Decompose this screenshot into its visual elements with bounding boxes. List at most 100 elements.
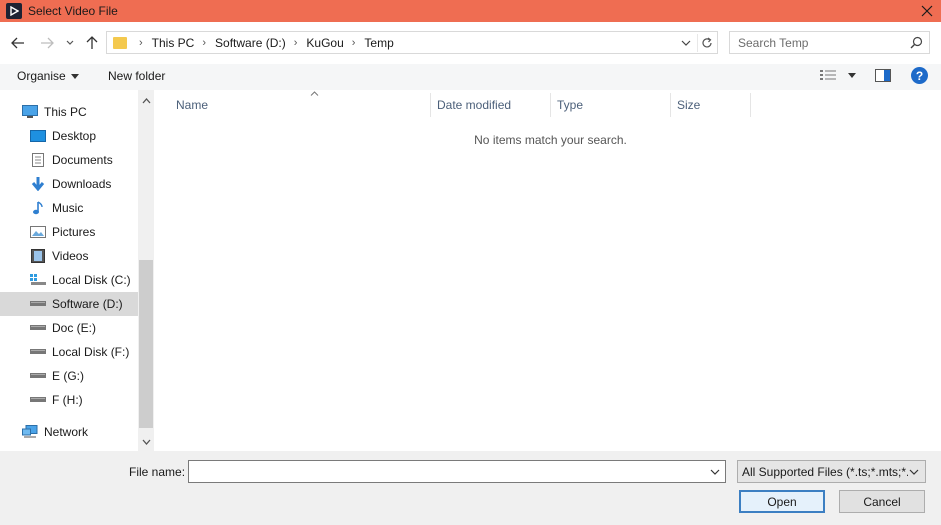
column-header-label: Name	[176, 98, 209, 112]
file-list[interactable]: Name Date modified Type Size No items ma…	[155, 90, 941, 451]
drive-icon	[30, 369, 46, 383]
command-bar: Organise New folder ?	[0, 64, 941, 90]
breadcrumb-kugou[interactable]: KuGou	[306, 36, 343, 50]
chevron-up-icon	[142, 98, 150, 104]
back-button[interactable]	[9, 34, 27, 52]
column-header-label: Type	[557, 98, 584, 112]
drive-icon	[30, 345, 46, 359]
preview-pane-icon	[875, 69, 891, 82]
address-dropdown-button[interactable]	[679, 36, 693, 50]
change-view-button[interactable]	[820, 69, 856, 81]
search-input[interactable]	[730, 32, 900, 53]
nav-item-doc-e[interactable]: Doc (E:)	[0, 316, 138, 340]
file-name-combobox[interactable]	[188, 460, 726, 483]
nav-item-videos[interactable]: Videos	[0, 244, 138, 268]
nav-scrollbar[interactable]	[138, 90, 154, 451]
nav-item-network[interactable]: Network	[0, 420, 138, 444]
folder-icon	[113, 36, 127, 49]
forward-arrow-icon	[41, 37, 54, 49]
drive-icon	[30, 393, 46, 407]
nav-item-f-h[interactable]: F (H:)	[0, 388, 138, 412]
nav-item-label: Doc (E:)	[52, 321, 97, 335]
recent-locations-button[interactable]	[63, 34, 77, 52]
preview-pane-button[interactable]	[875, 69, 891, 85]
nav-item-downloads[interactable]: Downloads	[0, 172, 138, 196]
search-icon[interactable]	[910, 36, 923, 49]
breadcrumb-this-pc[interactable]: This PC	[152, 36, 195, 50]
drive-icon	[30, 297, 46, 311]
nav-item-label: Desktop	[52, 129, 97, 143]
nav-item-label: Local Disk (C:)	[52, 273, 131, 287]
nav-item-e-g[interactable]: E (G:)	[0, 364, 138, 388]
refresh-icon	[701, 37, 712, 48]
nav-item-label: Downloads	[52, 177, 112, 191]
nav-item-desktop[interactable]: Desktop	[0, 124, 138, 148]
new-folder-button[interactable]: New folder	[108, 69, 165, 83]
nav-item-this-pc[interactable]: This PC	[0, 100, 138, 124]
nav-item-pictures[interactable]: Pictures	[0, 220, 138, 244]
back-arrow-icon	[11, 37, 24, 49]
nav-item-label: E (G:)	[52, 369, 84, 383]
breadcrumb-software-d[interactable]: Software (D:)	[215, 36, 286, 50]
breadcrumb: This PC › Software (D:) › KuGou › Temp	[152, 36, 394, 50]
breadcrumb-chevron-icon[interactable]: ›	[202, 37, 206, 49]
app-play-icon	[6, 3, 22, 19]
close-icon	[921, 5, 933, 17]
chevron-down-icon	[908, 466, 920, 478]
scroll-down-button[interactable]	[141, 437, 151, 447]
system-drive-icon	[30, 273, 46, 287]
nav-item-label: Network	[44, 425, 89, 439]
cancel-button[interactable]: Cancel	[839, 490, 925, 513]
breadcrumb-temp[interactable]: Temp	[364, 36, 393, 50]
breadcrumb-chevron-icon[interactable]: ›	[352, 37, 356, 49]
nav-item-label: Software (D:)	[52, 297, 123, 311]
nav-item-label: Local Disk (F:)	[52, 345, 130, 359]
column-header-date-modified[interactable]: Date modified	[431, 93, 551, 117]
column-header-label: Date modified	[437, 98, 512, 112]
file-type-select[interactable]: All Supported Files (*.ts;*.mts;*.	[737, 460, 926, 483]
organise-button[interactable]: Organise	[17, 69, 79, 83]
navigation-pane: This PC Desktop Documents Downloads Musi…	[0, 90, 154, 451]
navigation-row: › This PC › Software (D:) › KuGou › Temp	[0, 22, 941, 64]
breadcrumb-chevron-icon[interactable]: ›	[294, 37, 298, 49]
sort-ascending-icon	[310, 91, 319, 96]
nav-item-label: This PC	[44, 105, 87, 119]
window-title: Select Video File	[28, 4, 118, 18]
network-icon	[22, 425, 38, 439]
caret-down-icon	[848, 72, 856, 78]
up-button[interactable]	[83, 34, 101, 52]
nav-item-software-d[interactable]: Software (D:)	[0, 292, 138, 316]
downloads-icon	[30, 177, 46, 191]
file-name-input[interactable]	[189, 461, 699, 482]
scroll-thumb[interactable]	[139, 260, 153, 428]
details-view-icon	[820, 70, 836, 80]
open-button[interactable]: Open	[739, 490, 825, 513]
column-header-size[interactable]: Size	[671, 93, 751, 117]
chevron-down-icon[interactable]	[709, 465, 721, 479]
scroll-up-button[interactable]	[141, 96, 151, 106]
search-box[interactable]	[729, 31, 930, 54]
title-bar: Select Video File	[0, 0, 941, 22]
address-bar[interactable]: › This PC › Software (D:) › KuGou › Temp	[106, 31, 718, 54]
desktop-icon	[30, 129, 46, 143]
nav-item-local-disk-f[interactable]: Local Disk (F:)	[0, 340, 138, 364]
column-header-type[interactable]: Type	[551, 93, 671, 117]
close-button[interactable]	[913, 0, 941, 22]
forward-button[interactable]	[38, 34, 56, 52]
file-type-selected: All Supported Files (*.ts;*.mts;*.	[742, 464, 910, 479]
nav-item-label: F (H:)	[52, 393, 83, 407]
column-header-name[interactable]: Name	[170, 91, 431, 117]
organise-label: Organise	[17, 69, 66, 83]
nav-item-local-disk-c[interactable]: Local Disk (C:)	[0, 268, 138, 292]
nav-item-music[interactable]: Music	[0, 196, 138, 220]
help-icon[interactable]: ?	[911, 67, 928, 84]
caret-down-icon	[70, 73, 79, 79]
pictures-icon	[30, 225, 46, 239]
refresh-button[interactable]	[697, 34, 715, 52]
empty-message: No items match your search.	[474, 133, 627, 147]
nav-item-documents[interactable]: Documents	[0, 148, 138, 172]
videos-icon	[30, 249, 46, 263]
column-header-label: Size	[677, 98, 701, 112]
music-icon	[30, 201, 46, 215]
breadcrumb-chevron-icon[interactable]: ›	[139, 37, 143, 49]
